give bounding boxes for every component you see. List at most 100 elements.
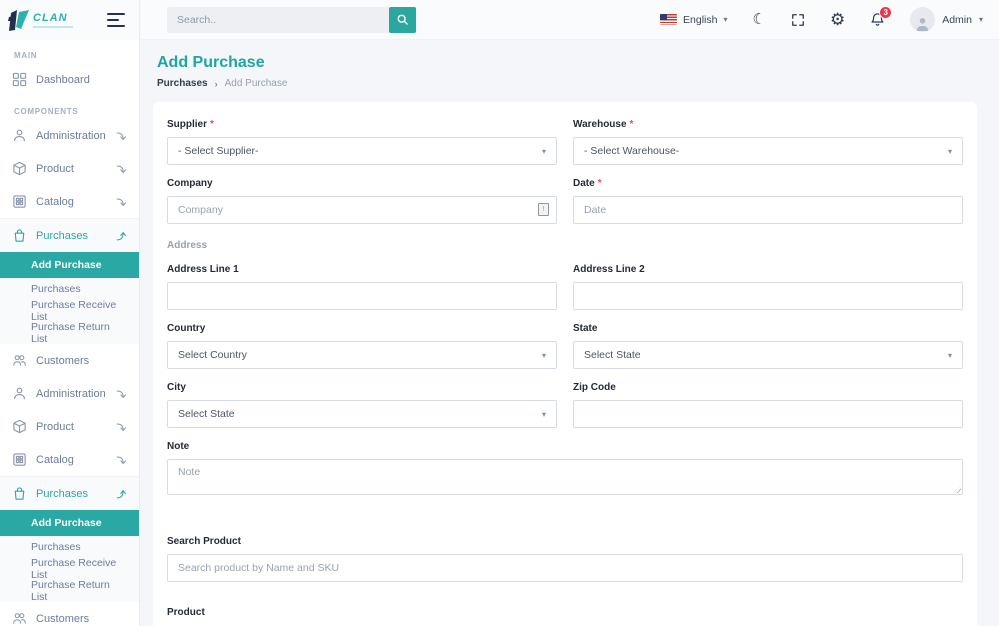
- topbar-right: English ▾ ☾ ⚙ 3: [660, 7, 983, 32]
- warehouse-field-group: Warehouse* - Select Warehouse- ▾: [573, 106, 963, 165]
- sidebar-item-administration-2[interactable]: Administration: [0, 377, 139, 410]
- user-menu[interactable]: Admin ▾: [910, 7, 983, 32]
- sidebar-item-catalog[interactable]: Catalog: [0, 185, 139, 218]
- note-textarea[interactable]: [167, 459, 963, 495]
- sidebar-subitem-purchases-2[interactable]: Purchases: [0, 536, 139, 558]
- sidebar-item-label: Dashboard: [36, 74, 90, 86]
- chevron-expanded-icon: [115, 230, 127, 242]
- company-label: Company: [167, 178, 557, 189]
- search-input[interactable]: [167, 7, 389, 33]
- product-icon: [12, 161, 27, 176]
- subitem-label: Purchase Receive List: [31, 557, 127, 581]
- sidebar-subitem-purchases[interactable]: Purchases: [0, 278, 139, 300]
- sidebar-item-dashboard[interactable]: Dashboard: [0, 63, 139, 96]
- chevron-down-icon: ▾: [948, 147, 952, 156]
- chevron-down-icon: ▾: [542, 410, 546, 419]
- subitem-label: Purchases: [31, 283, 81, 295]
- sidebar-nav: MAIN Dashboard COMPONENTS Administration…: [0, 40, 139, 626]
- dark-mode-toggle[interactable]: ☾: [753, 12, 766, 27]
- us-flag-icon: [660, 14, 677, 25]
- fullscreen-button[interactable]: [791, 13, 805, 27]
- state-field-group: State Select State ▾: [573, 310, 963, 369]
- search-button[interactable]: [389, 7, 416, 33]
- chevron-down-icon: ▾: [724, 15, 728, 24]
- user-name: Admin: [942, 14, 972, 26]
- administration-icon: [12, 128, 27, 143]
- sidebar-subitem-purchase-receive-list-2[interactable]: Purchase Receive List: [0, 558, 139, 580]
- subitem-label: Purchase Receive List: [31, 299, 127, 323]
- required-asterisk: *: [630, 119, 634, 130]
- date-label: Date*: [573, 178, 963, 189]
- sidebar-item-purchases-2[interactable]: Purchases: [0, 477, 139, 510]
- chevron-collapsed-icon: [115, 421, 127, 433]
- city-field-group: City Select State ▾: [167, 369, 557, 428]
- address-section-heading: Address: [167, 240, 963, 251]
- sidebar-item-product-2[interactable]: Product: [0, 410, 139, 443]
- product-icon: [12, 419, 27, 434]
- sidebar-item-administration[interactable]: Administration: [0, 119, 139, 152]
- avatar: [910, 7, 935, 32]
- zip-input[interactable]: [573, 400, 963, 428]
- breadcrumb-parent[interactable]: Purchases: [157, 78, 208, 89]
- chevron-down-icon: ▾: [542, 351, 546, 360]
- chevron-down-icon: ▾: [948, 351, 952, 360]
- date-input[interactable]: [573, 196, 963, 224]
- fullscreen-icon: [791, 13, 805, 27]
- warehouse-select[interactable]: - Select Warehouse- ▾: [573, 137, 963, 165]
- chevron-down-icon: ▾: [542, 147, 546, 156]
- sidebar-subitem-add-purchase[interactable]: Add Purchase: [0, 252, 139, 278]
- language-label: English: [683, 14, 717, 26]
- state-select-value: Select State: [584, 349, 641, 361]
- sidebar-item-catalog-2[interactable]: Catalog: [0, 443, 139, 476]
- sidebar-subitem-purchase-return-list[interactable]: Purchase Return List: [0, 322, 139, 344]
- sidebar-item-product[interactable]: Product: [0, 152, 139, 185]
- note-label: Note: [167, 441, 963, 452]
- sidebar-item-purchases[interactable]: Purchases: [0, 219, 139, 252]
- address-line1-input[interactable]: [167, 282, 557, 310]
- sidebar-item-label: Catalog: [36, 454, 74, 466]
- search-icon: [396, 13, 409, 26]
- main-content: Add Purchase Purchases › Add Purchase Su…: [141, 40, 999, 626]
- city-select[interactable]: Select State ▾: [167, 400, 557, 428]
- sidebar-item-customers-2[interactable]: Customers: [0, 602, 139, 626]
- chevron-down-icon: ▾: [979, 15, 983, 24]
- logo-mark-icon: [8, 8, 30, 32]
- warehouse-select-value: - Select Warehouse-: [584, 145, 679, 157]
- purchases-group: Purchases Add Purchase Purchases Purchas…: [0, 218, 139, 344]
- language-selector[interactable]: English ▾: [660, 14, 727, 26]
- catalog-icon: [12, 452, 27, 467]
- country-select[interactable]: Select Country ▾: [167, 341, 557, 369]
- notifications-button[interactable]: 3: [870, 12, 885, 27]
- sidebar-item-label: Product: [36, 421, 74, 433]
- sidebar-item-label: Purchases: [36, 230, 88, 242]
- company-input[interactable]: [167, 196, 557, 224]
- logo-text: CLAN: [33, 13, 73, 24]
- sidebar-subitem-purchase-return-list-2[interactable]: Purchase Return List: [0, 580, 139, 602]
- purchases-bag-icon: [12, 228, 27, 243]
- city-label: City: [167, 382, 557, 393]
- brand-logo[interactable]: CLAN: [8, 8, 73, 32]
- breadcrumb-current: Add Purchase: [225, 78, 288, 89]
- address-line2-label: Address Line 2: [573, 264, 963, 275]
- gear-icon: ⚙: [830, 11, 845, 28]
- chevron-collapsed-icon: [115, 163, 127, 175]
- supplier-field-group: Supplier* - Select Supplier- ▾: [167, 106, 557, 165]
- address-line1-field-group: Address Line 1: [167, 251, 557, 310]
- supplier-select[interactable]: - Select Supplier- ▾: [167, 137, 557, 165]
- address-line2-input[interactable]: [573, 282, 963, 310]
- sidebar-subitem-add-purchase-2[interactable]: Add Purchase: [0, 510, 139, 536]
- supplier-label: Supplier*: [167, 119, 557, 130]
- catalog-icon: [12, 194, 27, 209]
- settings-button[interactable]: ⚙: [830, 11, 845, 28]
- required-asterisk: *: [210, 119, 214, 130]
- sidebar-item-customers[interactable]: Customers: [0, 344, 139, 377]
- breadcrumb: Purchases › Add Purchase: [157, 78, 977, 89]
- purchases-bag-icon: [12, 486, 27, 501]
- subitem-label: Purchase Return List: [31, 321, 127, 345]
- state-select[interactable]: Select State ▾: [573, 341, 963, 369]
- search-product-input[interactable]: [167, 554, 963, 582]
- menu-toggle-icon[interactable]: [105, 11, 127, 29]
- moon-icon: ☾: [753, 12, 766, 27]
- sidebar-subitem-purchase-receive-list[interactable]: Purchase Receive List: [0, 300, 139, 322]
- sidebar: CLAN MAIN Dashboard COMPONENTS Administr…: [0, 0, 140, 626]
